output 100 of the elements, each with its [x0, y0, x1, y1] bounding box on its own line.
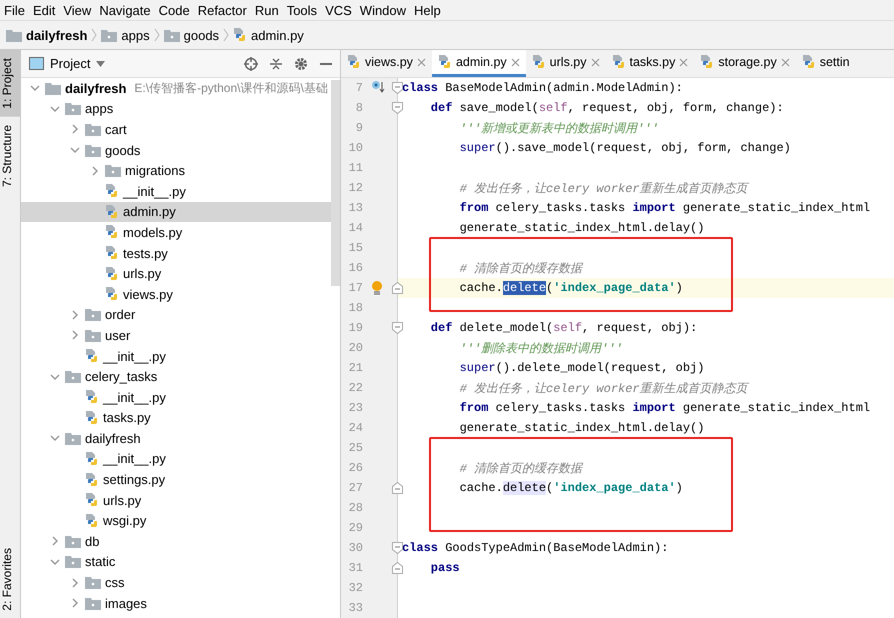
close-icon[interactable] — [590, 58, 600, 66]
tool-window-tab[interactable]: 1: Project — [0, 50, 20, 117]
tree-item[interactable]: urls.py — [21, 490, 331, 510]
menu-item[interactable]: Help — [414, 2, 441, 18]
tree-item[interactable]: __init__.py — [21, 180, 331, 202]
menu-item[interactable]: Window — [360, 2, 406, 18]
menu-item[interactable]: Tools — [286, 2, 318, 18]
tree-item[interactable]: settings.py — [21, 469, 331, 490]
collapse-all-icon[interactable] — [270, 56, 282, 70]
close-icon[interactable] — [416, 58, 426, 66]
code-line: cache.delete('index_page_data') — [460, 281, 683, 295]
line-number: 21 — [348, 361, 363, 375]
tool-window-tab[interactable]: 2: Favorites — [0, 540, 20, 618]
tree-item[interactable]: images — [21, 592, 331, 614]
menu-item[interactable]: Edit — [32, 2, 56, 18]
editor-tab[interactable]: urls.py — [526, 50, 606, 77]
code-line: class BaseModelAdmin(admin.ModelAdmin): — [402, 81, 683, 95]
menu-item[interactable]: Run — [254, 2, 279, 18]
tree-item[interactable]: __init__.py — [21, 346, 331, 366]
tree-item[interactable]: user — [21, 325, 331, 346]
code-line: '''新增或更新表中的数据时调用''' — [460, 120, 659, 136]
tool-window-tab[interactable]: 7: Structure — [0, 116, 20, 195]
editor-tab[interactable]: views.py — [341, 50, 432, 77]
code-line: # 清除首页的缓存数据 — [460, 260, 582, 276]
tree-item[interactable]: views.py — [21, 284, 331, 305]
breadcrumb-item[interactable]: dailyfresh — [26, 28, 88, 42]
minimize-icon[interactable] — [320, 62, 332, 66]
breadcrumb-item[interactable]: admin.py — [251, 28, 304, 42]
fold-marker-icon[interactable] — [392, 82, 403, 94]
tree-item[interactable]: dailyfresh E:\传智播客-python\课件和源码\基础 — [21, 78, 331, 99]
menu-item[interactable]: View — [63, 2, 92, 18]
fold-marker-icon[interactable] — [392, 102, 403, 114]
tree-item[interactable]: tasks.py — [21, 408, 331, 428]
menu-item[interactable]: File — [4, 2, 25, 18]
fold-marker-icon[interactable] — [392, 562, 403, 574]
code-line: '''删除表中的数据时调用''' — [460, 340, 623, 356]
lightbulb-icon[interactable] — [371, 280, 383, 296]
python-file-icon — [532, 54, 546, 70]
editor-tab[interactable]: tasks.py — [606, 50, 694, 77]
close-icon[interactable] — [510, 58, 520, 66]
line-number: 28 — [348, 501, 363, 515]
code-line: # 发出任务，让celery worker重新生成首页静态页 — [460, 380, 748, 396]
close-icon[interactable] — [679, 58, 688, 66]
editor-tab[interactable]: storage.py — [694, 50, 796, 77]
caret-down-icon[interactable] — [96, 60, 106, 66]
tree-item[interactable]: dailyfresh — [21, 428, 331, 449]
chevron-right-icon — [154, 28, 160, 42]
override-marker-icon[interactable] — [371, 80, 385, 94]
code-line: cache.delete('index_page_data') — [460, 481, 683, 495]
python-file-icon — [700, 54, 714, 70]
window-icon — [29, 57, 44, 70]
line-number: 8 — [354, 101, 363, 115]
tree-item[interactable]: apps — [21, 98, 331, 120]
crosshair-icon[interactable] — [244, 56, 258, 70]
breadcrumb-item[interactable]: goods — [184, 28, 220, 42]
tree-item[interactable]: migrations — [21, 160, 331, 181]
folder-icon — [85, 122, 101, 136]
fold-marker-icon[interactable] — [392, 322, 403, 334]
tree-item[interactable]: admin.py — [21, 202, 331, 222]
tree-item[interactable]: goods — [21, 140, 331, 160]
code-line: def delete_model(self, request, obj): — [430, 321, 698, 335]
settings-icon[interactable] — [294, 56, 308, 70]
python-file-icon — [105, 286, 119, 302]
line-number: 13 — [348, 201, 363, 215]
folder-icon — [85, 308, 101, 322]
tree-item[interactable]: celery_tasks — [21, 366, 331, 387]
menu-item[interactable]: Code — [158, 2, 190, 18]
fold-marker-icon[interactable] — [392, 482, 403, 494]
close-icon[interactable] — [780, 58, 790, 66]
tree-item[interactable]: css — [21, 572, 331, 593]
tree-item[interactable]: static — [21, 552, 331, 572]
tree-item[interactable]: models.py — [21, 222, 331, 243]
menu-item[interactable]: Navigate — [99, 2, 151, 18]
chevron-right-icon — [223, 28, 230, 42]
code-line: from celery_tasks.tasks import generate_static_index_html — [460, 401, 870, 415]
line-number: 16 — [348, 261, 363, 275]
code-line: class GoodsTypeAdmin(BaseModelAdmin): — [402, 541, 668, 555]
tree-item[interactable]: tests.py — [21, 242, 331, 264]
tree-item[interactable]: __init__.py — [21, 386, 331, 408]
folder-icon — [6, 28, 22, 42]
menu-item[interactable]: VCS — [325, 2, 352, 18]
tree-item[interactable]: order — [21, 304, 331, 326]
panel-title[interactable]: Project — [50, 56, 90, 71]
tree-item[interactable]: urls.py — [21, 263, 331, 284]
fold-marker-icon[interactable] — [392, 282, 403, 294]
tree-item[interactable]: db — [21, 531, 331, 552]
breadcrumb-item[interactable]: apps — [121, 28, 150, 42]
tree-item[interactable]: cart — [21, 119, 331, 140]
line-number: 17 — [348, 281, 363, 295]
editor-tab[interactable]: settin — [796, 50, 856, 77]
editor-tab[interactable]: admin.py — [432, 50, 526, 77]
code-line: pass — [430, 561, 460, 575]
menu-item[interactable]: Refactor — [198, 2, 247, 18]
tree-item[interactable]: __init__.py — [21, 448, 331, 470]
line-number: 26 — [348, 461, 363, 475]
python-file-icon — [105, 183, 119, 200]
tree-item[interactable]: wsgi.py — [21, 510, 331, 532]
fold-marker-icon[interactable] — [392, 542, 403, 554]
line-number: 30 — [348, 541, 363, 555]
scrollbar[interactable] — [331, 80, 340, 286]
